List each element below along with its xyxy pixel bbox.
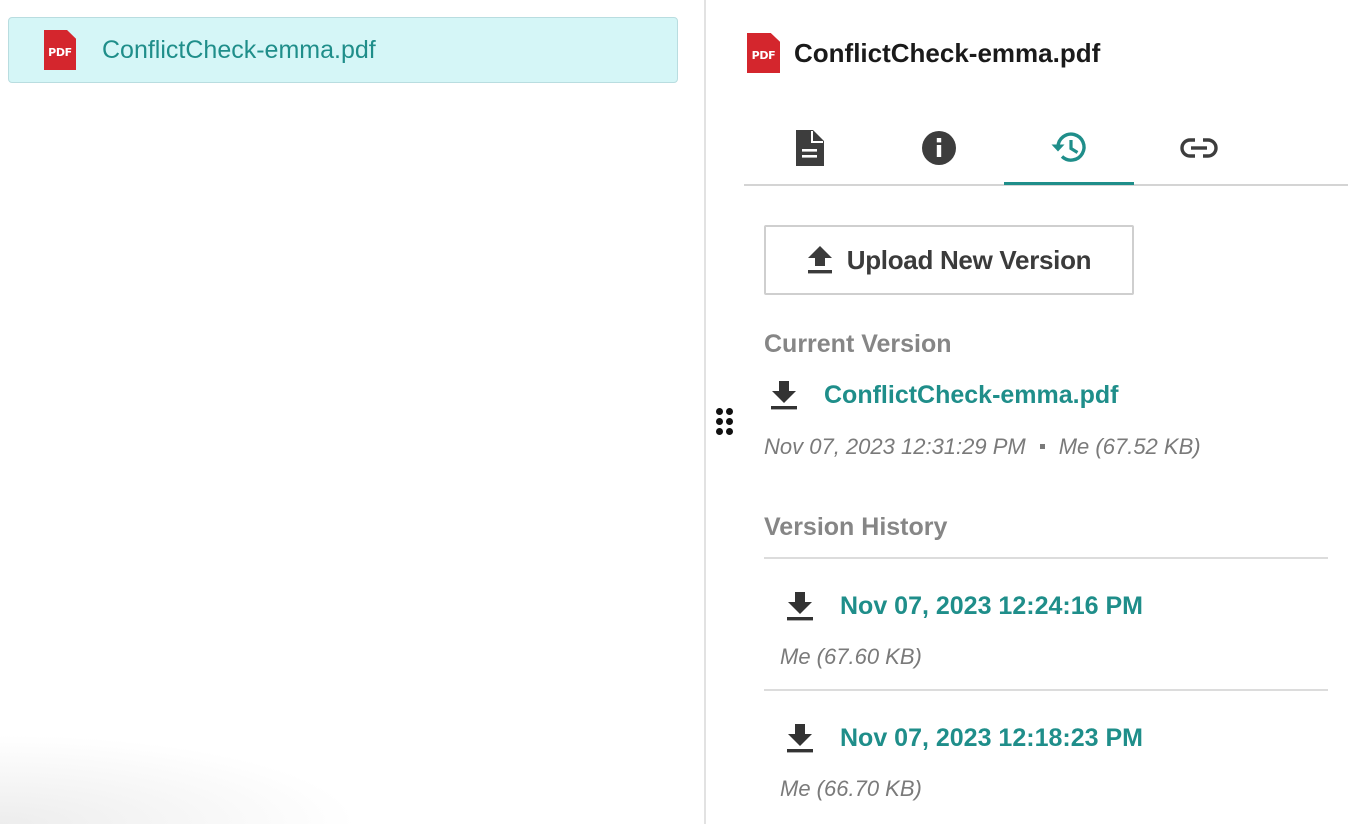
details-title: ConflictCheck-emma.pdf [794,37,1101,68]
version-history-item: Nov 07, 2023 12:24:16 PM [786,590,1143,622]
version-history-item: Nov 07, 2023 12:18:23 PM [786,722,1143,754]
divider-line [764,557,1328,559]
pdf-file-icon: PDF [44,30,76,70]
file-list-item-name: ConflictCheck-emma.pdf [102,35,376,64]
tab-version-history[interactable] [1004,112,1134,185]
scroll-shadow [0,734,360,824]
version-history-owner-size: Me (67.60 KB) [780,644,922,669]
upload-new-version-button[interactable]: Upload New Version [764,225,1134,295]
tab-share-link[interactable] [1134,112,1264,184]
tab-info[interactable] [874,112,1004,184]
download-icon[interactable] [786,722,814,754]
tab-preview[interactable] [744,112,874,184]
pdf-icon-label: PDF [751,48,776,62]
details-header: PDF ConflictCheck-emma.pdf [747,33,1100,73]
upload-icon [807,246,832,274]
upload-button-label: Upload New Version [846,244,1092,275]
version-history-owner-size: Me (66.70 KB) [780,776,922,801]
pane-divider[interactable] [704,0,706,824]
link-icon [1180,138,1218,158]
version-history-link[interactable]: Nov 07, 2023 12:18:23 PM [840,724,1143,753]
pdf-file-icon: PDF [747,33,780,73]
file-list-pane: PDF ConflictCheck-emma.pdf [0,0,704,824]
current-version-row: ConflictCheck-emma.pdf [770,379,1118,411]
current-version-meta: Nov 07, 2023 12:31:29 PM Me (67.52 KB) [764,434,1201,460]
version-history-heading: Version History [764,513,948,541]
history-icon [1051,132,1086,162]
file-list-item[interactable]: PDF ConflictCheck-emma.pdf [8,17,678,83]
file-manager: PDF ConflictCheck-emma.pdf PDF ConflictC… [0,0,1362,824]
version-history-link[interactable]: Nov 07, 2023 12:24:16 PM [840,592,1143,621]
current-version-owner-size: Me (67.52 KB) [1058,434,1201,459]
drag-handle-icon[interactable] [716,408,734,436]
download-icon[interactable] [770,379,798,411]
current-version-timestamp: Nov 07, 2023 12:31:29 PM [764,434,1026,459]
current-version-heading: Current Version [764,330,952,358]
divider-line [764,689,1328,691]
current-version-link[interactable]: ConflictCheck-emma.pdf [824,381,1118,410]
meta-separator [1039,443,1045,449]
document-icon [796,130,824,166]
info-icon [922,131,956,165]
details-tabs [744,112,1348,186]
pdf-icon-label: PDF [48,45,72,59]
download-icon[interactable] [786,590,814,622]
